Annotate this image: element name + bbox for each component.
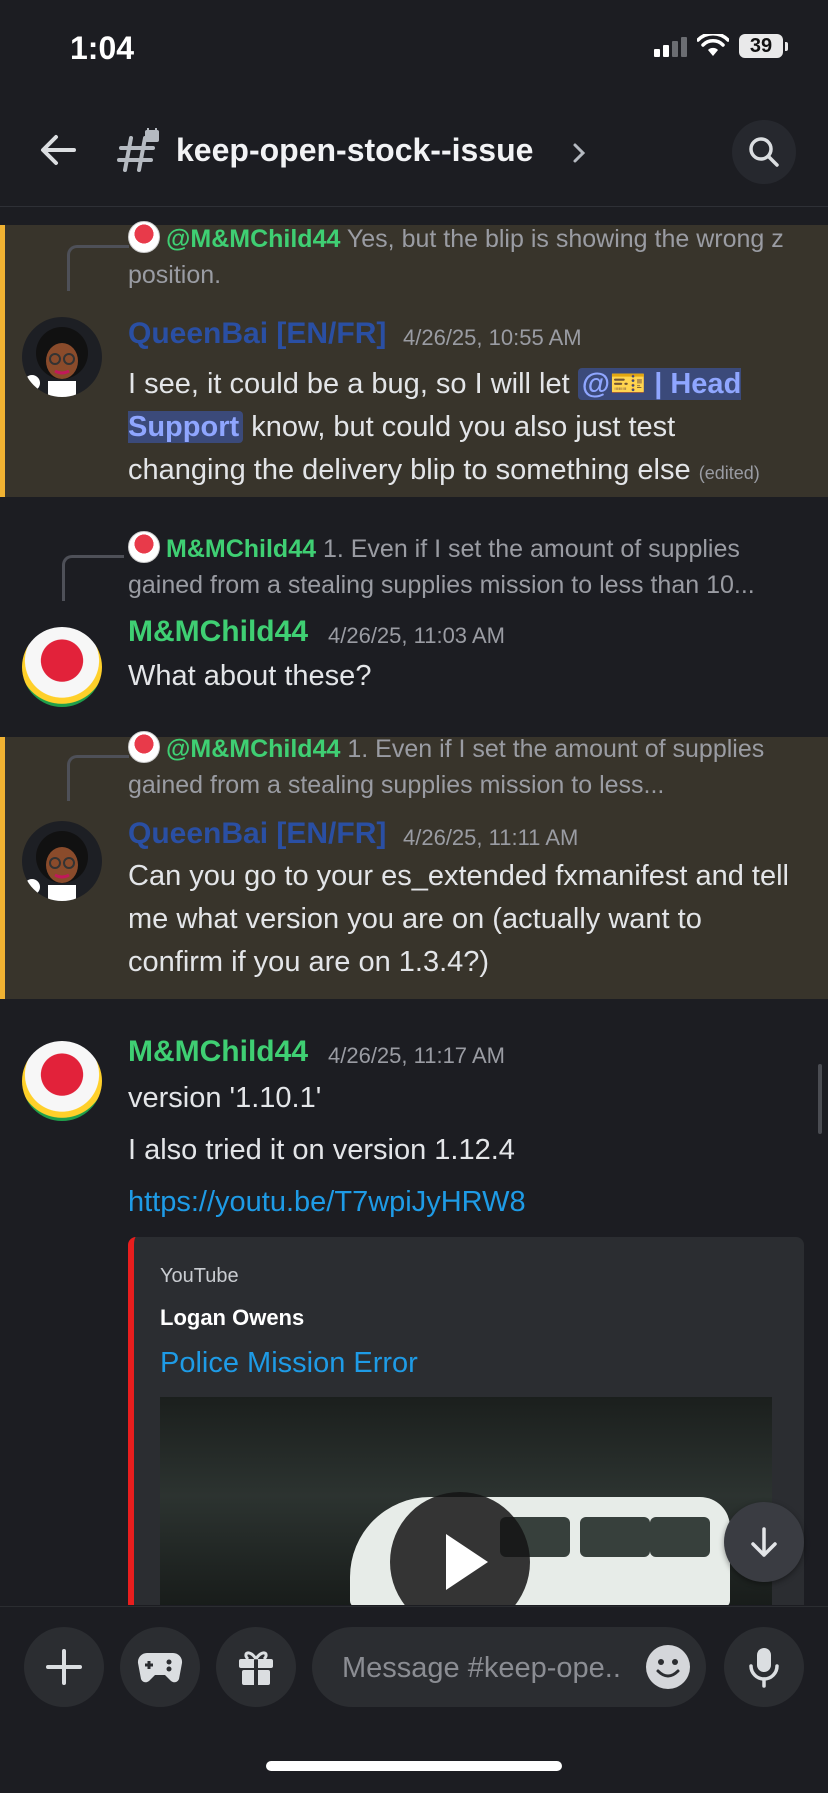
message-timestamp: 4/26/25, 11:03 AM [328, 623, 505, 648]
scroll-indicator[interactable] [818, 1064, 822, 1134]
reply-avatar [128, 221, 160, 253]
arrow-down-icon [751, 1527, 777, 1557]
gift-icon [239, 1651, 273, 1685]
play-button[interactable] [390, 1492, 530, 1605]
avatar[interactable] [22, 821, 102, 901]
reply-connector [62, 555, 124, 601]
battery-level: 39 [739, 34, 783, 58]
message-input-container [312, 1627, 706, 1709]
avatar[interactable] [22, 1041, 102, 1121]
status-bar: 1:04 39 [0, 0, 828, 100]
battery-icon: 39 [739, 34, 788, 58]
reply-avatar [128, 731, 160, 763]
message-list[interactable]: @M&MChild44 Yes, but the blip is showing… [0, 207, 828, 1605]
status-time: 1:04 [70, 30, 135, 66]
play-icon [446, 1534, 488, 1590]
gift-button[interactable] [216, 1627, 296, 1707]
search-icon [749, 137, 779, 167]
reply-preview[interactable]: @M&MChild44 Yes, but the blip is showing… [128, 221, 798, 293]
message-author[interactable]: M&MChild44 [128, 1035, 308, 1069]
avatar-illustration [24, 327, 88, 397]
message-timestamp: 4/26/25, 10:55 AM [403, 325, 582, 350]
reply-connector [67, 755, 129, 801]
message-author[interactable]: QueenBai [EN/FR] [128, 317, 386, 351]
home-indicator[interactable] [266, 1761, 562, 1771]
message-text: Can you go to your es_extended fxmanifes… [128, 860, 789, 978]
microphone-icon [749, 1648, 779, 1688]
video-thumbnail[interactable] [160, 1397, 772, 1605]
wifi-icon [697, 34, 729, 56]
channel-title[interactable]: keep-open-stock--issue [176, 132, 533, 169]
reply-preview[interactable]: M&MChild44 1. Even if I set the amount o… [128, 531, 798, 603]
message-text: version '1.10.1' [128, 1082, 322, 1114]
edited-label: (edited) [698, 463, 760, 483]
jump-to-bottom-button[interactable] [724, 1502, 804, 1582]
embed-author[interactable]: Logan Owens [160, 1305, 304, 1331]
reply-author: @M&MChild44 [166, 735, 341, 763]
message-author[interactable]: QueenBai [EN/FR] [128, 817, 386, 851]
avatar[interactable] [22, 627, 102, 707]
reply-author: @M&MChild44 [166, 225, 341, 253]
search-button[interactable] [732, 120, 796, 184]
add-attachment-button[interactable] [24, 1627, 104, 1707]
embed-title[interactable]: Police Mission Error [160, 1347, 418, 1380]
chevron-right-icon[interactable] [572, 142, 586, 164]
message-timestamp: 4/26/25, 11:11 AM [403, 825, 579, 850]
message-text: What about these? [128, 660, 372, 692]
embed-provider: YouTube [160, 1265, 239, 1287]
reply-author: M&MChild44 [166, 535, 316, 563]
reply-avatar [128, 531, 160, 563]
message-timestamp: 4/26/25, 11:17 AM [328, 1043, 505, 1068]
message-item[interactable]: M&MChild44 1. Even if I set the amount o… [0, 527, 828, 727]
channel-header: keep-open-stock--issue [0, 100, 828, 207]
back-arrow-icon[interactable] [36, 128, 80, 172]
message-item[interactable]: @M&MChild44 1. Even if I set the amount … [0, 731, 828, 999]
message-item[interactable]: @M&MChild44 Yes, but the blip is showing… [0, 221, 828, 497]
locked-channel-hash-icon [117, 128, 159, 172]
gamepad-icon [137, 1652, 183, 1683]
message-input[interactable] [340, 1627, 644, 1709]
youtube-link[interactable]: https://youtu.be/T7wpiJyHRW8 [128, 1181, 800, 1224]
avatar[interactable] [22, 317, 102, 397]
message-author[interactable]: M&MChild44 [128, 615, 308, 649]
cellular-signal-icon [654, 35, 687, 57]
emoji-icon[interactable] [646, 1645, 690, 1689]
message-text: I also tried it on version 1.12.4 [128, 1134, 515, 1166]
message-item[interactable]: M&MChild44 4/26/25, 11:17 AM version '1.… [0, 1027, 828, 1605]
message-text: I see, it could be a bug, so I will let [128, 368, 578, 400]
reply-connector [67, 245, 129, 291]
status-icons: 39 [654, 34, 788, 58]
link-embed[interactable]: YouTube Logan Owens Police Mission Error [128, 1237, 804, 1605]
plus-icon [46, 1649, 82, 1685]
message-composer [0, 1606, 828, 1793]
activities-button[interactable] [120, 1627, 200, 1707]
voice-message-button[interactable] [724, 1627, 804, 1707]
message-content: I see, it could be a bug, so I will let … [128, 363, 800, 495]
reply-preview[interactable]: @M&MChild44 1. Even if I set the amount … [128, 731, 798, 803]
avatar-illustration [24, 831, 88, 901]
